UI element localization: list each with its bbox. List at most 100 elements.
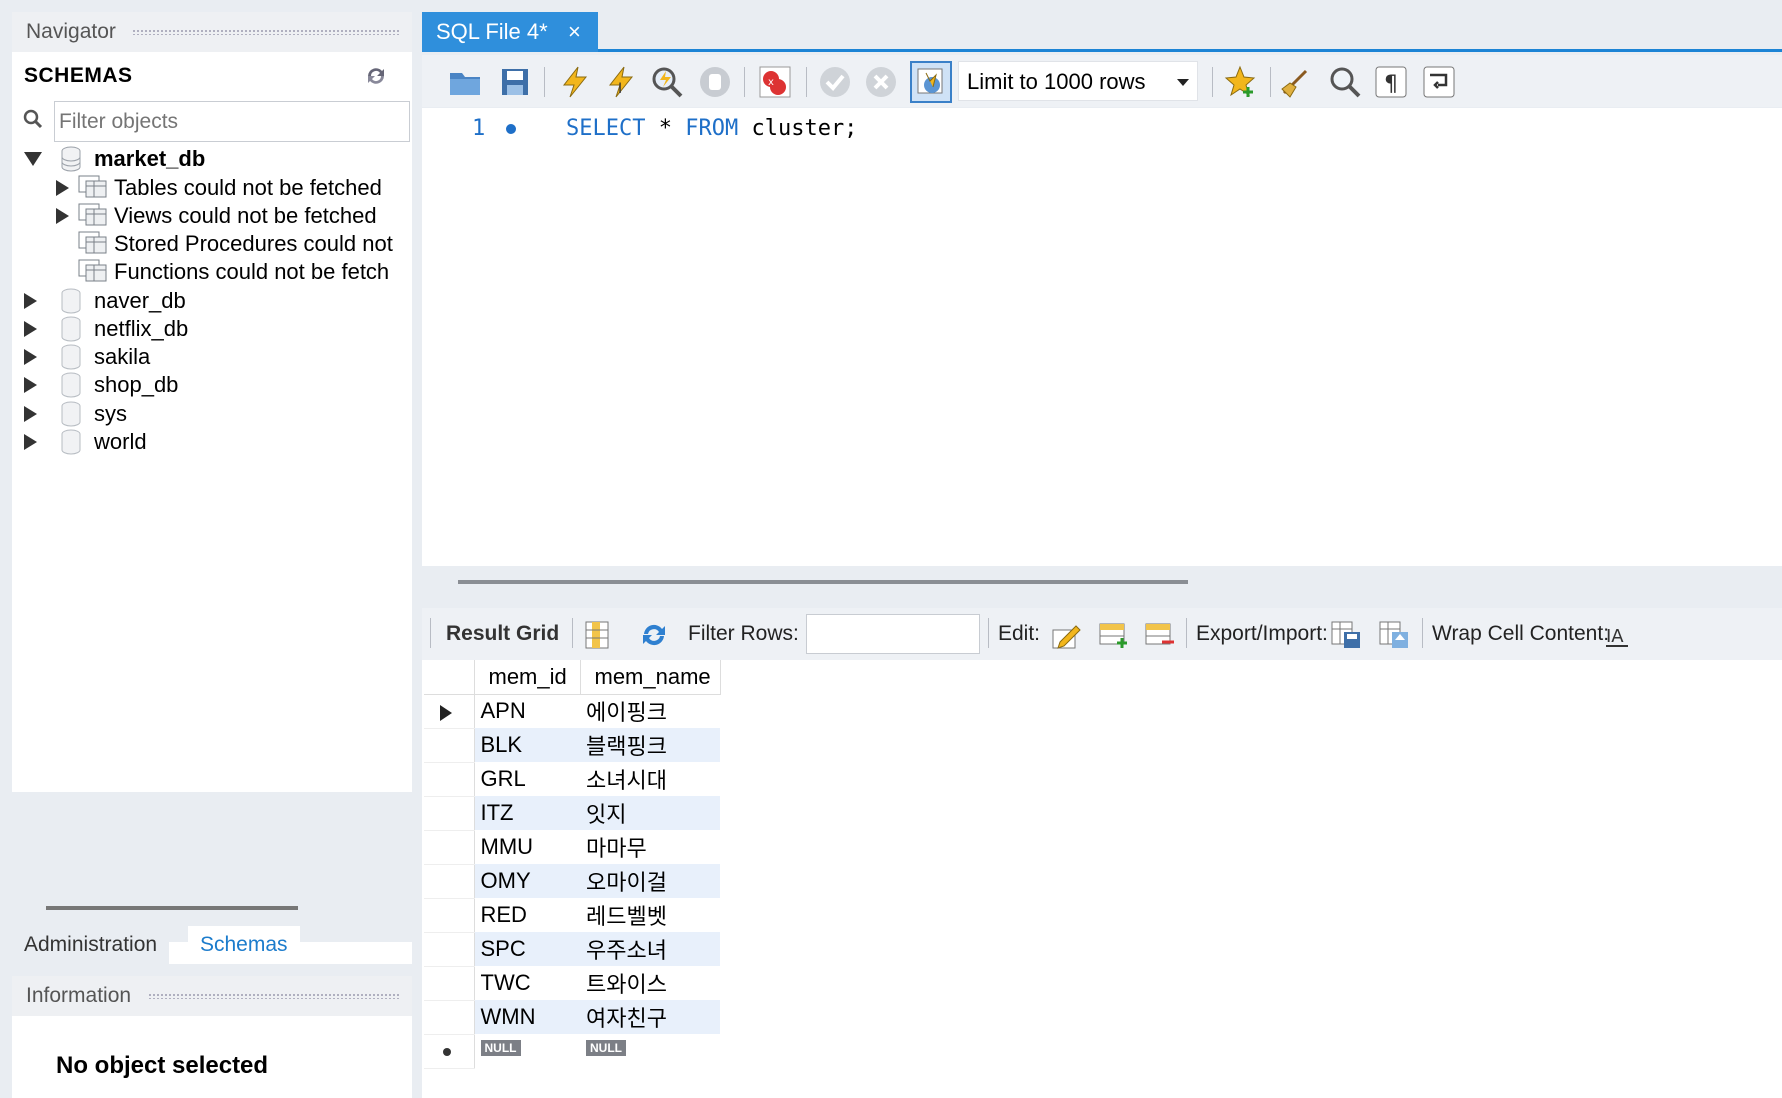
table-cell[interactable]: NULL bbox=[580, 1034, 720, 1068]
tab-schemas[interactable]: Schemas bbox=[188, 926, 300, 964]
filter-rows-input[interactable] bbox=[806, 614, 980, 654]
close-icon[interactable]: × bbox=[568, 12, 581, 52]
row-header[interactable] bbox=[424, 1000, 475, 1035]
table-cell[interactable]: NULL bbox=[474, 1034, 580, 1068]
tree-item-functions[interactable]: Functions could not be fetch bbox=[56, 256, 412, 288]
refresh-arrows-icon[interactable] bbox=[638, 620, 670, 650]
table-cell[interactable]: 레드벨벳 bbox=[580, 898, 720, 932]
wrap-cell-icon[interactable]: IA bbox=[1602, 620, 1634, 650]
table-cell[interactable]: GRL bbox=[474, 762, 580, 796]
expand-arrow-icon[interactable] bbox=[24, 293, 37, 309]
row-header[interactable] bbox=[424, 932, 475, 967]
expand-arrow-icon[interactable] bbox=[56, 208, 69, 224]
row-header[interactable] bbox=[424, 898, 475, 933]
stop-on-error-icon[interactable]: x bbox=[756, 63, 794, 101]
table-row[interactable]: SPC 우주소녀 bbox=[424, 932, 720, 967]
table-row[interactable]: WMN 여자친구 bbox=[424, 1000, 720, 1035]
table-cell[interactable]: BLK bbox=[474, 728, 580, 762]
table-row[interactable]: MMU 마마무 bbox=[424, 830, 720, 865]
rollback-x-icon[interactable] bbox=[862, 63, 900, 101]
row-header[interactable] bbox=[424, 966, 475, 1001]
table-cell[interactable]: 오마이걸 bbox=[580, 864, 720, 898]
row-header[interactable] bbox=[424, 796, 475, 831]
table-row[interactable]: RED 레드벨벳 bbox=[424, 898, 720, 933]
table-row[interactable]: BLK 블랙핑크 bbox=[424, 728, 720, 763]
table-cell[interactable]: APN bbox=[474, 694, 580, 728]
word-wrap-icon[interactable] bbox=[1420, 63, 1458, 101]
table-cell[interactable]: 마마무 bbox=[580, 830, 720, 864]
save-icon[interactable] bbox=[496, 63, 534, 101]
expand-arrow-icon[interactable] bbox=[56, 180, 69, 196]
table-cell[interactable]: ITZ bbox=[474, 796, 580, 830]
table-cell[interactable]: SPC bbox=[474, 932, 580, 966]
import-icon[interactable] bbox=[1378, 620, 1410, 650]
table-cell[interactable]: 우주소녀 bbox=[580, 932, 720, 966]
sql-code-line[interactable]: SELECT * FROM cluster; bbox=[566, 116, 857, 141]
schema-world[interactable]: world bbox=[24, 426, 404, 458]
delete-row-icon[interactable] bbox=[1144, 620, 1176, 650]
tab-administration[interactable]: Administration bbox=[12, 926, 170, 964]
table-row[interactable]: ITZ 잇지 bbox=[424, 796, 720, 831]
table-cell[interactable]: MMU bbox=[474, 830, 580, 864]
schema-market-db[interactable]: market_db bbox=[24, 143, 404, 175]
row-header[interactable] bbox=[424, 864, 475, 899]
explain-magnifier-icon[interactable] bbox=[648, 63, 686, 101]
edit-pencil-icon[interactable] bbox=[1050, 620, 1082, 650]
table-cell[interactable]: 여자친구 bbox=[580, 1000, 720, 1034]
insert-row-icon[interactable] bbox=[1098, 620, 1130, 650]
row-header[interactable] bbox=[424, 694, 475, 729]
table-row[interactable]: GRL 소녀시대 bbox=[424, 762, 720, 797]
grid-view-icon[interactable] bbox=[582, 620, 614, 650]
row-header[interactable] bbox=[424, 1034, 475, 1069]
execute-lightning-icon[interactable] bbox=[556, 63, 594, 101]
table-cell[interactable]: 에이핑크 bbox=[580, 694, 720, 728]
export-icon[interactable] bbox=[1330, 620, 1362, 650]
sql-editor[interactable]: 1 SELECT * FROM cluster; bbox=[422, 108, 1782, 566]
table-cell[interactable]: RED bbox=[474, 898, 580, 932]
collapse-arrow-icon[interactable] bbox=[24, 152, 42, 166]
schema-label: market_db bbox=[94, 146, 206, 171]
row-header[interactable] bbox=[424, 728, 475, 763]
find-magnifier-icon[interactable] bbox=[1326, 63, 1364, 101]
execute-current-lightning-icon[interactable]: I bbox=[602, 63, 640, 101]
result-grid-tab[interactable]: Result Grid bbox=[446, 608, 559, 660]
expand-arrow-icon[interactable] bbox=[24, 434, 37, 450]
open-folder-icon[interactable] bbox=[446, 63, 484, 101]
refresh-icon[interactable] bbox=[364, 64, 390, 90]
new-row[interactable]: NULL NULL bbox=[424, 1034, 720, 1069]
table-row[interactable]: OMY 오마이걸 bbox=[424, 864, 720, 899]
stop-hand-icon[interactable] bbox=[696, 63, 734, 101]
column-header[interactable]: mem_id bbox=[474, 660, 581, 695]
invisible-chars-icon[interactable]: ¶ bbox=[1372, 63, 1410, 101]
editor-horizontal-scrollbar[interactable] bbox=[458, 580, 1188, 584]
limit-rows-select[interactable]: Limit to 1000 rows bbox=[958, 61, 1198, 101]
tab-sql-file[interactable]: SQL File 4* × bbox=[422, 12, 598, 52]
nav-scroll-thumb[interactable] bbox=[46, 906, 298, 910]
autocommit-toggle[interactable] bbox=[910, 61, 952, 103]
table-cell[interactable]: OMY bbox=[474, 864, 580, 898]
column-header[interactable]: mem_name bbox=[580, 660, 721, 695]
table-cell[interactable]: 잇지 bbox=[580, 796, 720, 830]
result-body: APN 에이핑크 BLK 블랙핑크 GRL 소녀시대 ITZ 잇지 MMU 마마무 OMY 오마이걸 R… bbox=[424, 694, 720, 1069]
table-row[interactable]: APN 에이핑크 bbox=[424, 694, 720, 729]
table-row[interactable]: TWC 트와이스 bbox=[424, 966, 720, 1001]
expand-arrow-icon[interactable] bbox=[24, 377, 37, 393]
table-cell[interactable]: 소녀시대 bbox=[580, 762, 720, 796]
table-cell[interactable]: TWC bbox=[474, 966, 580, 1000]
line-number: 1 bbox=[472, 116, 486, 141]
schema-shop-db[interactable]: shop_db bbox=[24, 369, 404, 401]
expand-arrow-icon[interactable] bbox=[24, 321, 37, 337]
editor-splitter[interactable] bbox=[422, 566, 1782, 608]
add-snippet-star-icon[interactable] bbox=[1222, 63, 1260, 101]
filter-objects-input[interactable] bbox=[54, 101, 410, 142]
table-cell[interactable]: 블랙핑크 bbox=[580, 728, 720, 762]
expand-arrow-icon[interactable] bbox=[24, 349, 37, 365]
expand-arrow-icon[interactable] bbox=[24, 406, 37, 422]
beautify-broom-icon[interactable] bbox=[1278, 63, 1316, 101]
table-cell[interactable]: 트와이스 bbox=[580, 966, 720, 1000]
commit-check-icon[interactable] bbox=[816, 63, 854, 101]
sql-table-name: cluster; bbox=[751, 116, 858, 141]
row-header[interactable] bbox=[424, 830, 475, 865]
table-cell[interactable]: WMN bbox=[474, 1000, 580, 1034]
row-header[interactable] bbox=[424, 762, 475, 797]
